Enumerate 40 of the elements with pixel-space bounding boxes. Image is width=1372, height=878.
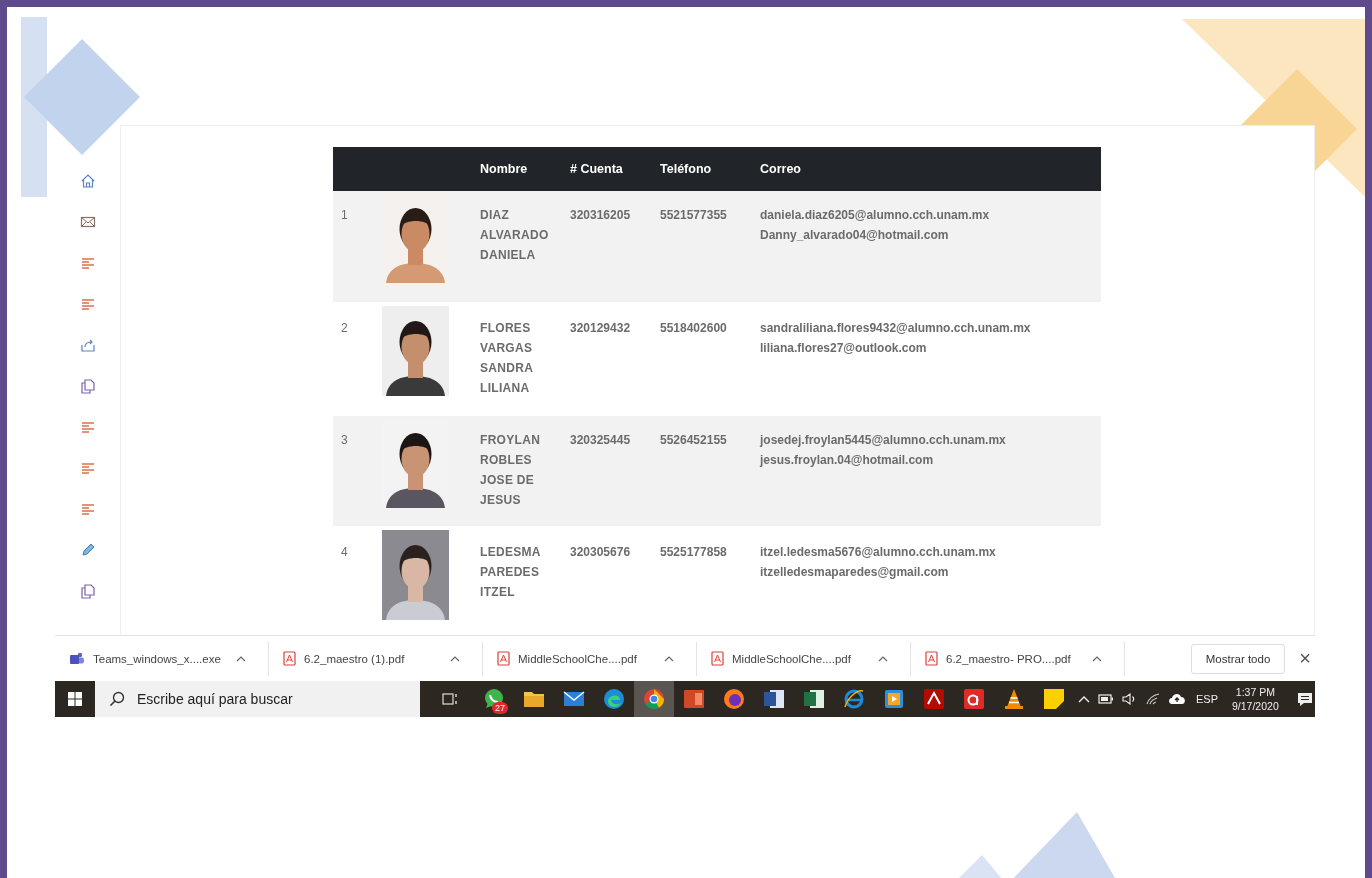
close-button[interactable]: ×	[1297, 647, 1313, 670]
row-number: 4	[340, 544, 349, 561]
table-cell: 320316205	[562, 191, 652, 303]
email-text: liliana.flores27@outlook.com	[760, 340, 928, 357]
language-indicator[interactable]: ESP	[1196, 693, 1218, 705]
column-header: Nombre	[472, 147, 562, 191]
download-item[interactable]: MiddleSchoolChe....pdf	[732, 652, 870, 665]
table-cell: 320325445	[562, 415, 652, 527]
column-header: Correo	[752, 147, 1101, 191]
show-all-button[interactable]: Mostrar todo	[1190, 643, 1286, 674]
row-number: 1	[333, 191, 380, 303]
clock-time[interactable]: 1:37 PM	[1235, 685, 1275, 699]
table-cell: 5526452155	[652, 415, 752, 527]
download-item[interactable]: Teams_windows_x....exe	[93, 652, 228, 665]
email-text: itzel.ledesma5676@alumno.cch.unam.mx	[760, 544, 997, 561]
table-cell-text: 320129432	[569, 320, 632, 337]
table-cell-text: 5518402600	[659, 320, 728, 337]
row-number: 2	[340, 320, 349, 337]
table-cell: 5521577355	[652, 191, 752, 303]
email-text: josedej.froylan5445@alumno.cch.unam.mx	[760, 432, 1007, 449]
table-cell: DIAZ ALVARADO DANIELA	[472, 191, 562, 303]
table-cell: FROYLAN ROBLES JOSE DE JESUS	[472, 415, 562, 527]
download-item[interactable]: MiddleSchoolChe....pdf	[518, 652, 656, 665]
email-text: daniela.diaz6205@alumno.cch.unam.mx	[760, 207, 991, 224]
notification-badge: 27	[492, 702, 508, 714]
clock-date[interactable]: 9/17/2020	[1232, 699, 1279, 713]
table-cell-text: FLORES VARGAS SANDRA LILIANA	[479, 320, 534, 397]
email-text: sandraliliana.flores9432@alumno.cch.unam.mx	[760, 320, 1032, 337]
column-header: # Cuenta	[562, 147, 652, 191]
table-cell-text: 5525177858	[659, 544, 728, 561]
email-text: Danny_alvarado04@hotmail.com	[760, 227, 950, 244]
column-header: Teléfono	[652, 147, 752, 191]
download-item[interactable]: 6.2_maestro (1).pdf	[304, 652, 442, 665]
email-text: itzelledesmaparedes@gmail.com	[760, 564, 950, 581]
row-number: 3	[333, 415, 380, 527]
table-cell-text: 320305676	[569, 544, 632, 561]
search-field[interactable]: Escribe aquí para buscar	[95, 681, 420, 717]
table-cell-text: LEDESMA PAREDES ITZEL	[479, 544, 542, 601]
download-item[interactable]: 6.2_maestro- PRO....pdf	[946, 652, 1084, 665]
email-text: jesus.froylan.04@hotmail.com	[760, 452, 935, 469]
